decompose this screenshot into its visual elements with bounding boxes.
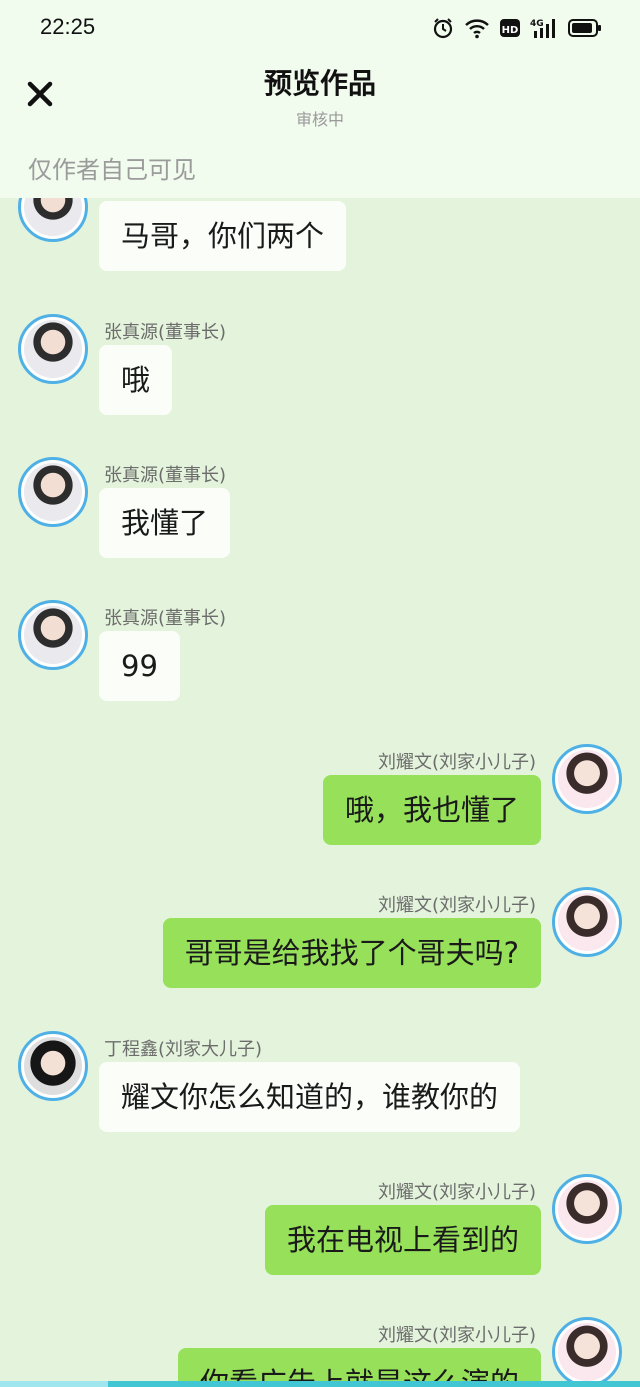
avatar[interactable] <box>18 600 88 670</box>
svg-text:HD: HD <box>502 25 519 36</box>
avatar[interactable] <box>18 457 88 527</box>
page-title: 预览作品 <box>263 67 376 100</box>
status-bar: 22:25 HD 4G <box>0 0 640 56</box>
svg-text:4G: 4G <box>530 19 544 29</box>
avatar[interactable] <box>552 887 622 957</box>
message-bubble[interactable]: 哦 <box>99 345 173 415</box>
message-bubble[interactable]: 我在电视上看到的 <box>264 1205 541 1275</box>
progress-fill <box>0 1381 108 1387</box>
message-bubble[interactable]: 哦，我也懂了 <box>322 775 541 845</box>
battery-icon <box>568 18 602 38</box>
message-bubble[interactable]: 99 <box>99 631 180 701</box>
sender-name: 刘耀文(刘家小儿子) <box>377 895 536 916</box>
avatar[interactable] <box>552 1317 622 1387</box>
sender-name: 张真源(董事长) <box>104 608 227 629</box>
sender-name: 刘耀文(刘家小儿子) <box>377 752 536 773</box>
signal-4g-icon: 4G <box>530 17 558 39</box>
sender-name: 张真源(董事长) <box>104 322 227 343</box>
status-time: 22:25 <box>40 14 96 39</box>
title-area: 预览作品 审核中 <box>0 64 640 130</box>
visibility-notice: 仅作者自己可见 <box>28 156 196 184</box>
message-bubble[interactable]: 马哥，你们两个 <box>99 201 347 271</box>
avatar[interactable] <box>552 1174 622 1244</box>
avatar[interactable] <box>18 1031 88 1101</box>
message-bubble[interactable]: 耀文你怎么知道的，谁教你的 <box>99 1062 521 1132</box>
sender-name: 刘耀文(刘家小儿子) <box>377 1182 536 1203</box>
sender-name: 张真源(董事长) <box>104 465 227 486</box>
header: 22:25 HD 4G 预览作品 审核中 仅作者自己可见 <box>0 0 640 198</box>
wifi-icon <box>464 17 490 39</box>
alarm-icon <box>432 17 454 39</box>
message-bubble[interactable]: 哥哥是给我找了个哥夫吗? <box>162 918 541 988</box>
sender-name: 刘耀文(刘家小儿子) <box>377 1325 536 1346</box>
hd-icon: HD <box>500 18 520 38</box>
message-bubble[interactable]: 我懂了 <box>99 488 231 558</box>
review-status: 审核中 <box>295 110 344 129</box>
avatar[interactable] <box>552 744 622 814</box>
status-icons: HD 4G <box>432 14 602 42</box>
avatar[interactable] <box>18 314 88 384</box>
sender-name: 丁程鑫(刘家大儿子) <box>104 1039 263 1060</box>
